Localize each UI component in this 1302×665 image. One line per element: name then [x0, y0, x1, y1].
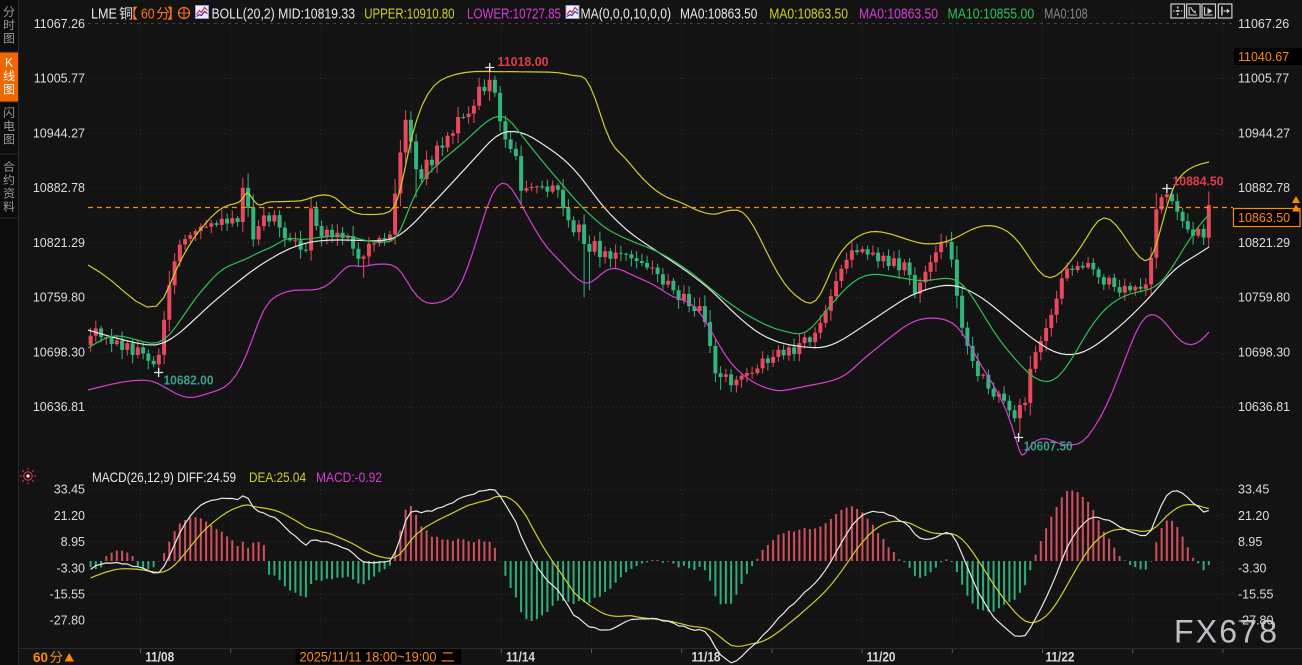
svg-text:-3.30: -3.30 [1238, 561, 1267, 575]
svg-text:UPPER:10910.80: UPPER:10910.80 [364, 7, 454, 23]
svg-text:10636.81: 10636.81 [1238, 400, 1290, 414]
svg-text:11/20: 11/20 [867, 650, 896, 665]
svg-text:2025/11/11 18:00~19:00: 2025/11/11 18:00~19:00 [300, 650, 437, 665]
svg-text:11067.26: 11067.26 [1238, 17, 1289, 31]
svg-text:11005.77: 11005.77 [1238, 72, 1289, 86]
svg-text:MA10:10855.00: MA10:10855.00 [948, 7, 1035, 23]
svg-text:21.20: 21.20 [54, 509, 85, 523]
svg-text:-15.55: -15.55 [1238, 588, 1273, 602]
svg-text:MA0:10863.50: MA0:10863.50 [859, 7, 938, 23]
svg-text:MA(0,0,0,10,0,0): MA(0,0,0,10,0,0) [581, 7, 672, 23]
svg-text:10944.27: 10944.27 [33, 126, 85, 140]
svg-text:10698.30: 10698.30 [33, 345, 85, 359]
svg-text:11/14: 11/14 [506, 650, 535, 665]
svg-text:33.45: 33.45 [1238, 483, 1269, 497]
svg-text:LOWER:10727.85: LOWER:10727.85 [467, 7, 561, 23]
svg-text:33.45: 33.45 [54, 483, 85, 497]
svg-text:11/22: 11/22 [1046, 650, 1075, 665]
svg-text:60: 60 [33, 650, 48, 665]
svg-text:DEA:25.04: DEA:25.04 [249, 470, 306, 485]
svg-text:8.95: 8.95 [61, 535, 85, 549]
svg-text:10698.30: 10698.30 [1238, 345, 1290, 359]
svg-text:MA0:108: MA0:108 [1044, 7, 1087, 23]
svg-text:MACD(26,12,9) DIFF:24.59: MACD(26,12,9) DIFF:24.59 [92, 470, 236, 485]
svg-text:11040.67: 11040.67 [1238, 50, 1289, 64]
svg-text:K: K [5, 56, 13, 70]
svg-text:10944.27: 10944.27 [1238, 126, 1290, 140]
svg-text:-3.30: -3.30 [57, 561, 86, 575]
svg-text:-15.55: -15.55 [50, 588, 85, 602]
svg-text:60: 60 [141, 7, 155, 23]
svg-text:11/08: 11/08 [145, 650, 174, 665]
svg-text:21.20: 21.20 [1238, 509, 1269, 523]
svg-text:FX678: FX678 [1174, 614, 1279, 650]
svg-text:11/18: 11/18 [692, 650, 721, 665]
svg-text:11005.77: 11005.77 [34, 72, 85, 86]
svg-text:MA0:10863.50: MA0:10863.50 [769, 7, 848, 23]
svg-text:LME: LME [91, 7, 117, 23]
svg-text:10884.50: 10884.50 [1173, 174, 1224, 189]
svg-text:BOLL(20,2) MID:10819.33: BOLL(20,2) MID:10819.33 [212, 7, 356, 23]
svg-text:10759.80: 10759.80 [1238, 291, 1290, 305]
svg-text:11067.26: 11067.26 [34, 17, 85, 31]
svg-text:10821.29: 10821.29 [33, 236, 85, 250]
svg-text:10636.81: 10636.81 [33, 400, 85, 414]
svg-text:10607.50: 10607.50 [1024, 439, 1073, 454]
svg-text:10682.00: 10682.00 [164, 373, 214, 388]
svg-text:-27.80: -27.80 [50, 614, 85, 628]
svg-text:MA0:10863.50: MA0:10863.50 [680, 7, 757, 23]
svg-text:10821.29: 10821.29 [1238, 236, 1290, 250]
svg-text:10882.78: 10882.78 [33, 181, 85, 195]
svg-text:11018.00: 11018.00 [498, 54, 549, 69]
svg-text:10759.80: 10759.80 [33, 291, 85, 305]
svg-text:10863.50: 10863.50 [1238, 211, 1290, 225]
svg-text:8.95: 8.95 [1238, 535, 1262, 549]
svg-text:MACD:-0.92: MACD:-0.92 [316, 470, 382, 485]
svg-text:10882.78: 10882.78 [1238, 181, 1290, 195]
